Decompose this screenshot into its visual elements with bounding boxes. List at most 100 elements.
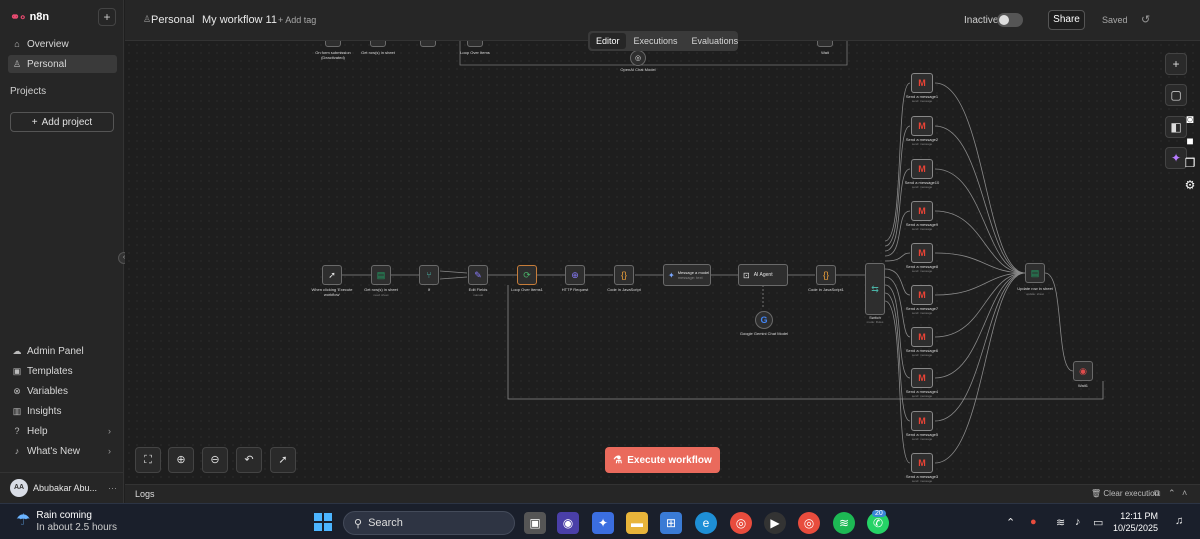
chrome-profile-icon[interactable]: ◎ xyxy=(730,512,752,534)
create-button[interactable]: + xyxy=(98,8,116,26)
form-trigger-node[interactable] xyxy=(325,41,341,47)
media-player-icon[interactable]: ▶ xyxy=(764,512,786,534)
windows-icon[interactable]: ❐ xyxy=(1180,156,1200,178)
video-icon[interactable]: ■ xyxy=(1180,134,1200,156)
add-tag-button[interactable]: + Add tag xyxy=(278,15,316,25)
sidebar-item-whats-new[interactable]: ♪ What's New › xyxy=(8,442,117,460)
sidebar-item-templates[interactable]: ▣ Templates xyxy=(8,362,117,380)
node-label: On form submission (Deactivated) xyxy=(315,50,351,60)
gemini-model-node[interactable]: G xyxy=(755,311,773,329)
ai-agent-node[interactable]: ⊡ AI Agent xyxy=(738,264,788,286)
send-message-node[interactable]: M xyxy=(911,327,933,347)
send-message-node[interactable]: M xyxy=(911,243,933,263)
gear-icon[interactable]: ⚙ xyxy=(1180,178,1200,200)
history-icon[interactable]: ↺ xyxy=(1141,13,1150,26)
http-request-node[interactable]: ⊕ xyxy=(565,265,585,285)
battery-icon[interactable]: ▭ xyxy=(1093,516,1103,529)
top-loop-node[interactable] xyxy=(467,41,483,47)
add-project-button[interactable]: + Add project xyxy=(10,112,114,132)
code-node[interactable]: {} xyxy=(614,265,634,285)
view-tabs: Editor Executions Evaluations xyxy=(588,31,738,51)
workflow-name[interactable]: My workflow 11 xyxy=(202,14,277,26)
active-toggle[interactable] xyxy=(997,13,1023,27)
start-button[interactable] xyxy=(314,513,332,531)
clear-execution-button[interactable]: 🗑 Clear execution xyxy=(1091,489,1159,498)
if-node[interactable]: ⑂ xyxy=(419,265,439,285)
chevron-up-icon[interactable]: ⌃ xyxy=(1006,516,1015,529)
sidebar-item-overview[interactable]: ⌂ Overview xyxy=(8,35,117,53)
edge-icon[interactable]: e xyxy=(695,512,717,534)
brand[interactable]: ⚭∘ n8n xyxy=(10,10,49,24)
taskbar-clock[interactable]: 12:11 PM 10/25/2025 xyxy=(1113,510,1158,534)
more-icon[interactable]: ··· xyxy=(108,483,117,493)
zoom-out-button[interactable]: ⊖ xyxy=(202,447,228,473)
sidebar-item-personal[interactable]: ♙ Personal xyxy=(8,55,117,73)
send-message-node[interactable]: M xyxy=(911,73,933,93)
send-message-node[interactable]: M xyxy=(911,453,933,473)
wait-node[interactable]: ◉ xyxy=(1073,361,1093,381)
send-message-node[interactable]: M xyxy=(911,368,933,388)
tidy-up-button[interactable]: ➚ xyxy=(270,447,296,473)
top-get-rows-node[interactable] xyxy=(370,41,386,47)
user-icon: ♙ xyxy=(12,58,22,69)
notification-icon[interactable]: ♫ xyxy=(1175,515,1183,527)
teams-icon[interactable]: ◉ xyxy=(557,512,579,534)
security-icon[interactable]: ● xyxy=(1030,516,1037,528)
clock-icon: ◉ xyxy=(1079,365,1087,376)
send-message-node[interactable]: M xyxy=(911,159,933,179)
popout-icon[interactable]: ⧉ xyxy=(1154,488,1160,499)
spotify-icon[interactable]: ≋ xyxy=(833,512,855,534)
execute-workflow-button[interactable]: ⚗ Execute workflow xyxy=(605,447,720,473)
tab-editor[interactable]: Editor xyxy=(590,33,626,49)
update-row-node[interactable]: ▤ xyxy=(1025,263,1045,283)
chevron-up-icon[interactable]: ˄ xyxy=(1182,488,1187,498)
chrome-icon[interactable]: ◎ xyxy=(798,512,820,534)
floating-tools: ◙ ■ ❐ ⚙ xyxy=(1180,112,1200,200)
weather-widget[interactable]: ☂ Rain coming In about 2.5 hours xyxy=(16,510,117,534)
task-view-icon[interactable]: ▣ xyxy=(524,512,546,534)
workflow-canvas[interactable]: On form submission (Deactivated) Get row… xyxy=(125,41,1200,484)
send-message-node[interactable]: M xyxy=(911,201,933,221)
code-node-2[interactable]: {} xyxy=(816,265,836,285)
tab-executions[interactable]: Executions xyxy=(628,33,684,49)
store-icon[interactable]: ⊞ xyxy=(660,512,682,534)
volume-icon[interactable]: ♪ xyxy=(1075,516,1081,528)
tab-evaluations[interactable]: Evaluations xyxy=(686,33,745,49)
camera-icon[interactable]: ◙ xyxy=(1180,112,1200,134)
sidebar-item-help[interactable]: ? Help › xyxy=(8,422,117,440)
sidebar-item-insights[interactable]: ▥ Insights xyxy=(8,402,117,420)
loop-node[interactable]: ⟳ xyxy=(517,265,537,285)
send-message-node[interactable]: M xyxy=(911,411,933,431)
fit-view-button[interactable]: ⛶ xyxy=(135,447,161,473)
chevron-right-icon: › xyxy=(108,446,111,456)
user-menu[interactable]: AA Abubakar Abu... ··· xyxy=(0,472,124,502)
clear-execution-label: Clear execution xyxy=(1103,489,1159,498)
top-node[interactable] xyxy=(420,41,436,47)
breadcrumb-project[interactable]: Personal xyxy=(151,14,194,26)
sidebar-item-variables[interactable]: ⊗ Variables xyxy=(8,382,117,400)
sidebar-item-label: Variables xyxy=(27,385,68,397)
logs-bar[interactable]: Logs 🗑 Clear execution ⧉ ⌃ ˄ xyxy=(125,484,1200,503)
edit-fields-node[interactable]: ✎ xyxy=(468,265,488,285)
switch-node[interactable]: ⇆ xyxy=(865,263,885,315)
send-message-node[interactable]: M xyxy=(911,116,933,136)
message-model-node[interactable]: ✦ Message a model message: text xyxy=(663,264,711,286)
wifi-icon[interactable]: ≋ xyxy=(1056,516,1065,529)
clock-time: 12:11 PM xyxy=(1120,511,1159,521)
send-message-node[interactable]: M xyxy=(911,285,933,305)
copilot-icon[interactable]: ✦ xyxy=(592,512,614,534)
expand-icon[interactable]: ⌃ xyxy=(1168,488,1176,499)
manual-trigger-node[interactable]: ➚ xyxy=(322,265,342,285)
zoom-in-button[interactable]: ⊕ xyxy=(168,447,194,473)
add-node-button[interactable]: + xyxy=(1165,53,1187,75)
undo-button[interactable]: ↶ xyxy=(236,447,262,473)
top-wait-node[interactable] xyxy=(817,41,833,47)
share-button[interactable]: Share xyxy=(1048,10,1085,30)
sticky-note-button[interactable]: ▢ xyxy=(1165,84,1187,106)
status-label: Inactive xyxy=(964,15,999,26)
get-rows-node[interactable]: ▤ xyxy=(371,265,391,285)
sidebar-item-admin-panel[interactable]: ☁ Admin Panel xyxy=(8,342,117,360)
file-explorer-icon[interactable]: ▬ xyxy=(626,512,648,534)
taskbar-search[interactable]: ⚲ Search xyxy=(343,511,515,535)
openai-model-node[interactable]: ◎ xyxy=(630,50,646,66)
